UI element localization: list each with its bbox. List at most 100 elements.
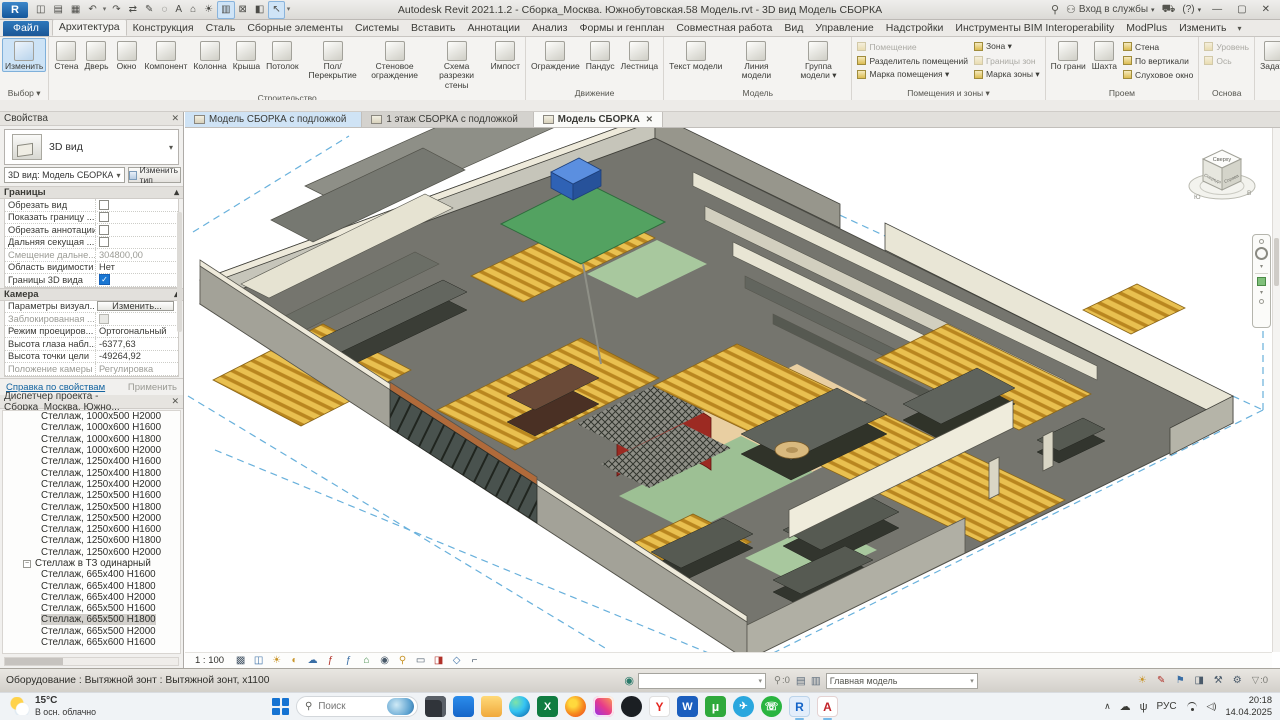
ribbon-small-button[interactable]: Разделитель помещений [857,54,968,67]
ribbon-tool-button[interactable]: Шахта [1089,38,1120,72]
view-tab[interactable]: 1 этаж СБОРКА с подложкой [362,112,533,127]
selection-filter-chip[interactable]: ▽ :0 [1252,675,1268,686]
close-button[interactable]: ✕ [1258,4,1274,15]
ribbon-tool-button[interactable]: По грани [1048,38,1089,72]
volume-icon[interactable]: ◁) [1207,701,1217,712]
tree-collapse-icon[interactable]: − [23,560,31,568]
chevron-down-icon[interactable]: ▾ [1260,289,1263,296]
taskbar-app-icon[interactable]: X [537,696,558,717]
status-tool-icon[interactable]: ◨ [1193,674,1206,687]
restore-button[interactable]: ▢ [1233,4,1250,15]
view-control-icon[interactable]: ▩ [233,654,248,667]
ribbon-tab[interactable]: Формы и генплан [573,21,670,36]
ribbon-tool-button[interactable]: Крыша [230,38,263,72]
panel-label-select[interactable]: Выбор ▾ [0,87,48,100]
search-icon[interactable]: ⚲ [1051,3,1059,16]
ribbon-tab[interactable]: Управление [809,21,879,36]
viewcube[interactable]: Сверху Спереди Справа Ю В [1184,140,1260,216]
ribbon-tool-button[interactable]: Колонна [190,38,229,72]
round-display-table[interactable] [775,442,809,459]
qat-tool-icon[interactable]: ◌ [157,1,171,19]
taskbar-app-icon[interactable]: ✈ [733,696,754,717]
view-control-icon[interactable]: ◫ [251,654,266,667]
nav-pin-icon[interactable] [1259,239,1264,244]
property-row[interactable]: Режим проециров...Ортогональный [5,326,178,339]
properties-scrollbar[interactable] [177,212,182,332]
browser-hscrollbar[interactable] [4,657,179,666]
property-row[interactable]: Обрезать аннотации [5,224,178,237]
view-control-icon[interactable]: ◉ [377,654,392,667]
ribbon-small-button[interactable]: Зона ▾ [974,40,1040,53]
status-tool-icon[interactable]: ✎ [1155,674,1168,687]
ribbon-tab[interactable]: ModPlus [1120,21,1173,36]
ribbon-tab[interactable]: Сталь [200,21,242,36]
taskbar-app-icon[interactable] [593,696,614,717]
taskbar-app-icon[interactable] [425,696,446,717]
property-row[interactable]: Обрезать вид [5,199,178,212]
ribbon-tab[interactable]: Конструкция [127,21,200,36]
status-tool-icon[interactable]: ⚒ [1212,674,1225,687]
status-tool-icon[interactable]: ☀ [1136,674,1149,687]
browser-tree-item[interactable]: Стеллаж, 665x500 H1800 [3,614,180,625]
steering-wheel-icon[interactable] [1255,247,1268,260]
tab-file[interactable]: Файл [3,21,49,36]
panel-label-rooms[interactable]: Помещения и зоны ▾ [852,87,1044,100]
search-input[interactable] [316,700,374,713]
close-icon[interactable]: ✕ [171,113,179,124]
ribbon-small-button[interactable]: По вертикали [1123,54,1193,67]
browser-tree-item[interactable]: − Стеллаж в ТЗ одинарный [3,558,180,569]
property-row[interactable]: Показать границу ... [5,212,178,225]
ribbon-small-button[interactable]: Границы зон [974,54,1040,67]
ribbon-small-button[interactable]: Слуховое окно [1123,68,1193,81]
qat-tool-icon[interactable]: ▤ [49,1,66,19]
ribbon-small-button[interactable]: Марка помещения ▾ [857,68,968,81]
view-control-icon[interactable]: ☁ [305,654,320,667]
taskbar-app-icon[interactable] [621,696,642,717]
ribbon-tool-button[interactable]: Стеновое ограждение [364,38,426,82]
taskbar-app-icon[interactable]: ☏ [761,696,782,717]
ribbon-tab[interactable]: Аннотации [462,21,527,36]
close-icon[interactable]: ✕ [171,396,179,407]
ribbon-tool-button[interactable]: Лестница [618,38,662,72]
property-row[interactable]: Границы 3D вида [5,274,178,287]
type-selector[interactable]: 3D вид ▾ [4,129,179,165]
browser-tree-item[interactable]: Стеллаж, 1000x600 H1800 [3,434,180,445]
qat-tool-icon[interactable]: ⌂ [186,1,200,19]
property-row[interactable]: Заблокированная ... [5,313,178,326]
3d-model-view[interactable] [185,128,1273,652]
edit-type-button[interactable]: Изменить тип [128,167,180,183]
ribbon-tab[interactable]: Системы [349,21,405,36]
close-icon[interactable]: ✕ [644,114,653,125]
qat-tool-icon[interactable]: ▦ [67,1,84,19]
scale-button[interactable]: 1 : 100 [195,655,230,666]
zoom-icon[interactable] [1257,277,1266,286]
ribbon-state-toggle-icon[interactable]: ▾ [1232,24,1246,36]
browser-tree-item[interactable]: Стеллаж, 1000x600 H1600 [3,422,180,433]
signin-menu[interactable]: ⚇ Вход в службы ▾ [1066,3,1155,16]
browser-tree-item[interactable]: Стеллаж, 665x400 H1800 [3,580,180,591]
ribbon-tool-button[interactable]: Линия модели [725,38,787,82]
view-control-icon[interactable]: ◨ [431,654,446,667]
ribbon-tool-button[interactable]: Текст модели [666,38,725,72]
ribbon-tab[interactable]: Изменить [1173,21,1232,36]
browser-tree-item[interactable]: Стеллаж, 1000x500 H2000 [3,411,180,422]
taskbar-search[interactable]: ⚲ [296,696,418,717]
view-control-icon[interactable]: ◐ [287,654,302,667]
browser-tree-item[interactable]: Стеллаж, 1250x400 H1800 [3,467,180,478]
view-control-icon[interactable]: ƒ [323,654,338,667]
ribbon-tool-button[interactable]: Дверь [81,38,111,72]
exchange-store-icon[interactable]: ⛟ [1162,3,1176,17]
browser-tree-item[interactable]: Стеллаж, 1250x400 H2000 [3,479,180,490]
taskbar-app-icon[interactable]: Y [649,696,670,717]
ribbon-small-button[interactable]: Уровень [1204,40,1249,53]
help-menu[interactable]: (?) ▾ [1182,4,1201,15]
ribbon-tab[interactable]: Архитектура [52,19,127,36]
instance-selector[interactable]: 3D вид: Модель СБОРКА ▾ [4,167,125,183]
property-row[interactable]: Положение камерыРегулировка [5,363,178,376]
ribbon-tool-button[interactable]: Пандус [583,38,618,72]
qat-tool-icon[interactable]: A [171,1,186,19]
ribbon-tab[interactable]: Вставить [405,21,462,36]
browser-tree-item[interactable]: Стеллаж, 665x400 H2000 [3,592,180,603]
start-button[interactable] [272,698,289,715]
ribbon-tool-button[interactable]: Потолок [263,38,302,72]
